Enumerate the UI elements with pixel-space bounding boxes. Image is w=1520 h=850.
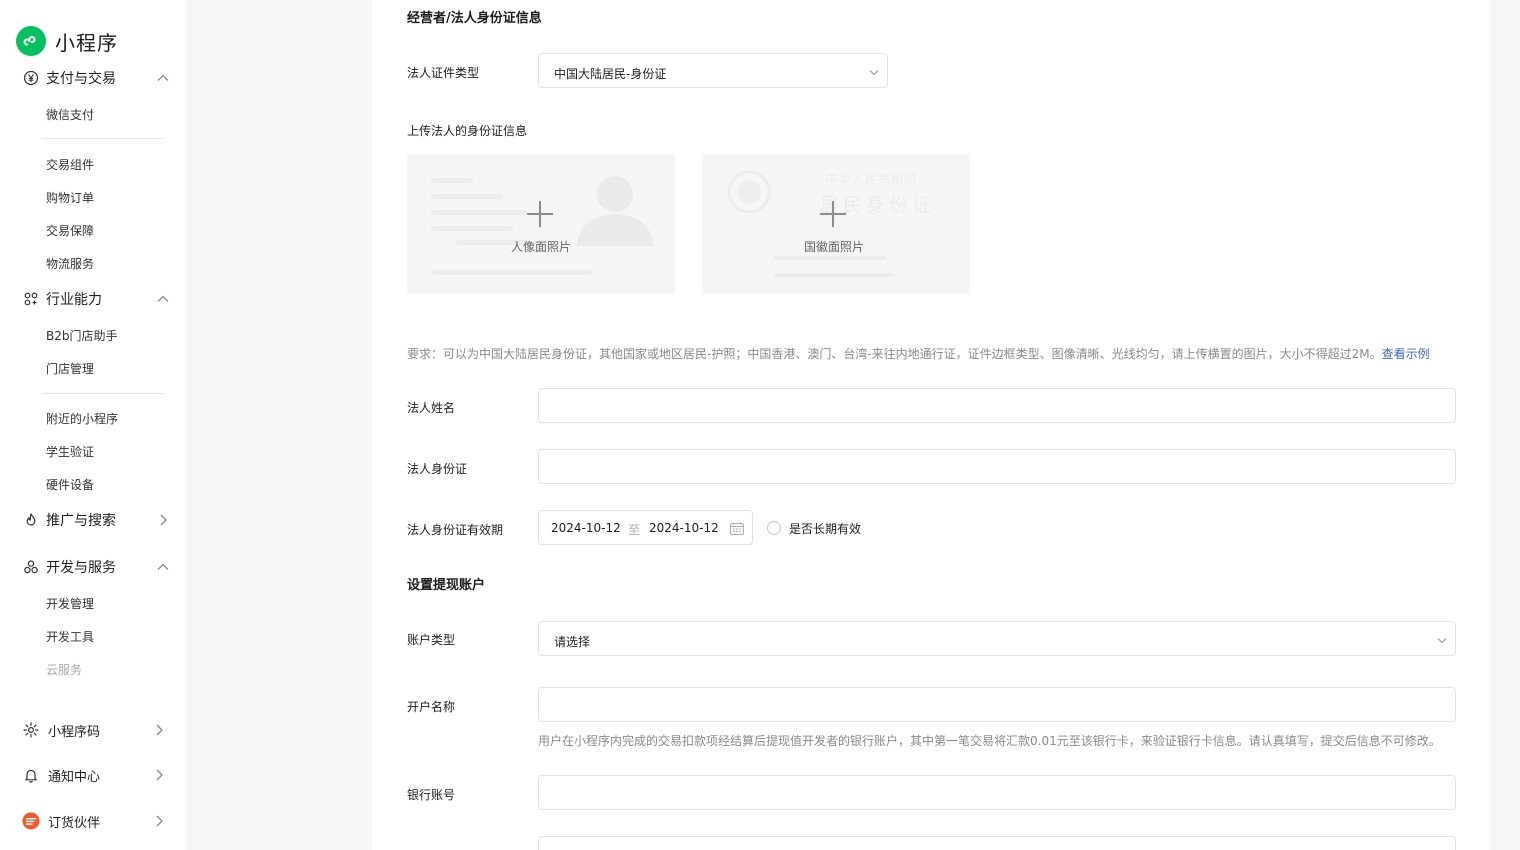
upload-front-caption: 人像面照片: [510, 240, 571, 254]
sidebar-section-label: 支付与交易: [46, 71, 116, 87]
account-type-placeholder: 请选择: [554, 635, 591, 649]
long-term-label[interactable]: 是否长期有效: [789, 520, 861, 537]
sidebar-item-trade-guarantee[interactable]: 交易保障: [46, 222, 94, 239]
sidebar-item-trade-component[interactable]: 交易组件: [46, 156, 94, 173]
id-validity-date-range[interactable]: 2024-10-12 至 2024-10-12: [538, 510, 753, 545]
legal-id-number-input[interactable]: [538, 449, 1456, 484]
bell-icon: [22, 766, 40, 784]
order-partner-icon: [22, 812, 40, 830]
date-start[interactable]: 2024-10-12: [551, 521, 621, 535]
id-type-value: 中国大陆居民-身份证: [554, 67, 667, 81]
chevron-right-icon: [156, 815, 163, 827]
calendar-icon: [730, 522, 744, 535]
sidebar-section-label: 推广与搜索: [46, 513, 116, 529]
qrcode-sun-icon: [22, 721, 40, 739]
sidebar-section-payment[interactable]: 支付与交易: [22, 67, 170, 89]
upload-id-front[interactable]: 人像面照片: [407, 154, 675, 294]
sidebar-item-store-management[interactable]: 门店管理: [46, 360, 94, 377]
divider: [42, 393, 163, 394]
upload-requirements: 要求：可以为中国大陆居民身份证，其他国家或地区居民-护照；中国香港、澳门、台湾-…: [407, 345, 1430, 362]
account-type-label: 账户类型: [407, 633, 456, 647]
bank-account-input[interactable]: [538, 775, 1456, 810]
sidebar-item-cloud-service[interactable]: 云服务: [46, 661, 82, 678]
sidebar-section-industry[interactable]: 行业能力: [22, 288, 170, 310]
sidebar-section-label: 订货伙伴: [48, 815, 101, 831]
sidebar-section-label: 行业能力: [46, 292, 102, 308]
sidebar-item-b2b-store[interactable]: B2b门店助手: [46, 327, 118, 344]
brand[interactable]: 小程序: [16, 26, 118, 56]
id-back-print-line1: 中华人民共和国: [826, 172, 918, 186]
main-form-panel: 经营者/法人身份证信息 法人证件类型 中国大陆居民-身份证 上传法人的身份证信息…: [372, 0, 1490, 850]
yen-circle-icon: [22, 69, 40, 87]
industry-icon: [22, 290, 40, 308]
upload-label: 上传法人的身份证信息: [407, 124, 528, 138]
sidebar-item-nearby[interactable]: 附近的小程序: [46, 410, 118, 427]
chevron-up-icon: [157, 295, 169, 302]
sidebar-item-hardware[interactable]: 硬件设备: [46, 476, 94, 493]
section-title-legal-id: 经营者/法人身份证信息: [407, 11, 542, 26]
next-field-input[interactable]: [538, 836, 1456, 850]
sidebar-section-label: 小程序码: [48, 724, 101, 740]
sidebar-item-student-verify[interactable]: 学生验证: [46, 443, 94, 460]
chevron-down-icon: [1437, 638, 1447, 644]
sidebar-item-logistics[interactable]: 物流服务: [46, 255, 94, 272]
account-type-select[interactable]: 请选择: [538, 621, 1456, 656]
section-title-withdraw: 设置提现账户: [407, 578, 486, 593]
date-end[interactable]: 2024-10-12: [649, 521, 719, 535]
flame-icon: [22, 511, 40, 529]
sidebar-section-label: 开发与服务: [46, 560, 116, 576]
account-name-input[interactable]: [538, 687, 1456, 722]
id-validity-label: 法人身份证有效期: [407, 523, 504, 537]
upload-back-caption: 国徽面照片: [804, 240, 865, 254]
bank-account-label: 银行账号: [407, 788, 456, 802]
upload-id-back[interactable]: 中华人民共和国 居民身份证 国徽面照片: [702, 154, 970, 294]
sidebar-item-shopping-orders[interactable]: 购物订单: [46, 189, 94, 206]
chevron-up-icon: [157, 563, 169, 570]
legal-name-label: 法人姓名: [407, 401, 456, 415]
chevron-right-icon: [156, 769, 163, 781]
id-type-select[interactable]: 中国大陆居民-身份证: [538, 53, 888, 88]
plus-icon: [820, 201, 846, 227]
account-name-label: 开户名称: [407, 700, 456, 714]
chevron-right-icon: [156, 724, 163, 736]
brand-title: 小程序: [55, 30, 118, 55]
mini-program-logo-icon: [16, 26, 46, 56]
sidebar-item-dev-management[interactable]: 开发管理: [46, 595, 94, 612]
divider: [42, 138, 163, 139]
date-separator: 至: [628, 523, 641, 537]
legal-name-input[interactable]: [538, 388, 1456, 423]
sidebar-item-dev-tools[interactable]: 开发工具: [46, 628, 94, 645]
sidebar-section-notification[interactable]: 通知中心: [22, 764, 170, 786]
sidebar-section-qrcode[interactable]: 小程序码: [22, 719, 170, 741]
view-example-link[interactable]: 查看示例: [1382, 347, 1430, 361]
id-type-label: 法人证件类型: [407, 66, 480, 80]
sidebar-section-order-partner[interactable]: 订货伙伴: [22, 810, 170, 832]
sidebar-section-dev-service[interactable]: 开发与服务: [22, 556, 170, 578]
account-hint: 用户在小程序内完成的交易扣款项经结算后提现值开发者的银行账户，其中第一笔交易将汇…: [538, 734, 1441, 748]
legal-id-number-label: 法人身份证: [407, 462, 468, 476]
sidebar-section-label: 通知中心: [48, 769, 101, 785]
chevron-down-icon: [869, 70, 879, 76]
chevron-up-icon: [157, 74, 169, 81]
requirement-text: 要求：可以为中国大陆居民身份证，其他国家或地区居民-护照；中国香港、澳门、台湾-…: [407, 347, 1382, 361]
chevron-right-icon: [160, 514, 167, 526]
dev-service-icon: [22, 558, 40, 576]
long-term-radio[interactable]: [767, 521, 781, 535]
sidebar: 小程序 支付与交易 微信支付 交易组件 购物订单 交易保障 物流服务 行业能力 …: [0, 0, 186, 850]
sidebar-section-promotion[interactable]: 推广与搜索: [22, 509, 170, 531]
plus-icon: [527, 201, 553, 227]
sidebar-item-wechat-pay[interactable]: 微信支付: [46, 106, 94, 123]
